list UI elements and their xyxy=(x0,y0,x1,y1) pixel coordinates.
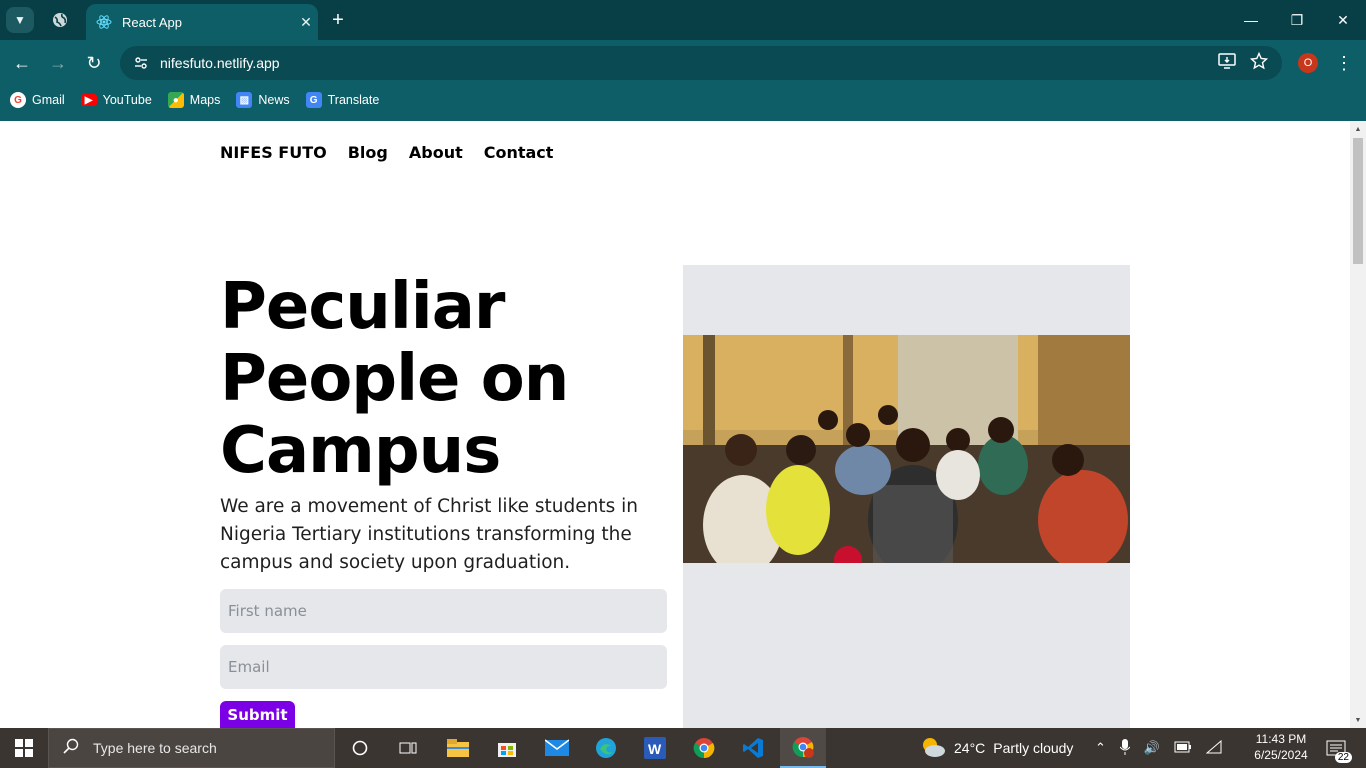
taskbar-clock[interactable]: 11:43 PM 6/25/2024 xyxy=(1252,731,1310,763)
clock-date: 6/25/2024 xyxy=(1254,748,1308,762)
volume-icon[interactable]: 🔊 xyxy=(1144,740,1160,756)
page-viewport: NIFES FUTO Blog About Contact Peculiar P… xyxy=(0,121,1366,728)
bookmark-label: News xyxy=(258,93,290,107)
microsoft-store-icon[interactable] xyxy=(487,732,527,764)
edge-icon[interactable] xyxy=(586,732,626,764)
gmail-icon: G xyxy=(10,92,26,108)
bookmark-gmail[interactable]: G Gmail xyxy=(10,92,65,108)
notification-count: 22 xyxy=(1334,752,1352,763)
bookmark-news[interactable]: ▨ News xyxy=(236,92,290,108)
chrome-icon[interactable] xyxy=(684,732,724,764)
globe-tab-icon[interactable] xyxy=(47,7,73,33)
react-icon xyxy=(96,14,112,30)
file-explorer-icon[interactable] xyxy=(438,732,478,764)
bookmark-youtube[interactable]: ▶ YouTube xyxy=(80,93,152,107)
notification-center-icon[interactable]: 22 xyxy=(1322,736,1352,763)
news-icon: ▨ xyxy=(236,92,253,108)
taskbar-search-placeholder: Type here to search xyxy=(93,740,217,756)
chrome-active-window-icon[interactable] xyxy=(780,728,826,768)
submit-button[interactable]: Submit xyxy=(220,701,295,728)
address-bar[interactable]: nifesfuto.netlify.app xyxy=(120,46,1282,80)
hero-photo xyxy=(683,335,1130,563)
forward-button[interactable]: → xyxy=(45,50,71,76)
hero-subtitle: We are a movement of Christ like student… xyxy=(220,496,638,573)
tab-title: React App xyxy=(122,14,182,30)
chevron-up-icon[interactable]: ⌃ xyxy=(1095,740,1106,756)
nav-about-link[interactable]: About xyxy=(409,143,463,162)
restore-button[interactable]: ❐ xyxy=(1274,8,1320,32)
cortana-icon[interactable] xyxy=(340,732,380,764)
close-icon[interactable]: ✕ xyxy=(294,10,318,34)
first-name-input[interactable] xyxy=(220,589,667,633)
mail-icon[interactable] xyxy=(537,732,577,764)
microphone-icon[interactable] xyxy=(1119,738,1131,758)
profile-avatar[interactable]: O xyxy=(1298,53,1318,73)
bookmark-label: Gmail xyxy=(32,93,65,107)
nav-brand-link[interactable]: NIFES FUTO xyxy=(220,143,327,162)
translate-icon: G xyxy=(305,92,322,108)
weather-temp: 24°C xyxy=(954,740,986,756)
install-app-icon[interactable] xyxy=(1218,52,1236,74)
taskbar-search-box[interactable]: Type here to search xyxy=(48,728,335,768)
network-icon[interactable] xyxy=(1205,739,1222,757)
search-icon xyxy=(63,738,79,759)
battery-icon[interactable] xyxy=(1174,741,1192,756)
more-menu-icon[interactable]: ⋮ xyxy=(1334,51,1354,75)
scrollbar-thumb[interactable] xyxy=(1353,138,1363,264)
bookmark-label: Maps xyxy=(189,93,221,107)
nav-blog-link[interactable]: Blog xyxy=(348,143,388,162)
site-info-icon[interactable] xyxy=(124,55,158,71)
url-text[interactable]: nifesfuto.netlify.app xyxy=(160,55,1218,71)
word-icon[interactable]: W xyxy=(635,732,675,764)
new-tab-button[interactable]: + xyxy=(326,8,350,32)
partly-cloudy-icon xyxy=(920,736,946,761)
bookmark-label: Translate xyxy=(327,93,380,107)
bookmark-star-icon[interactable] xyxy=(1249,51,1269,75)
site-nav: NIFES FUTO Blog About Contact xyxy=(220,143,553,162)
vscode-icon[interactable] xyxy=(733,732,773,764)
minimize-button[interactable]: — xyxy=(1228,8,1274,32)
vertical-scrollbar[interactable]: ▲ ▼ xyxy=(1350,121,1366,728)
bookmark-translate[interactable]: G Translate xyxy=(305,92,380,108)
task-view-icon[interactable] xyxy=(388,732,428,764)
reload-button[interactable]: ↻ xyxy=(81,50,107,76)
weather-widget[interactable]: 24°C Partly cloudy xyxy=(920,728,1073,768)
tab-strip: ▼ React App ✕ + — ❐ ✕ xyxy=(0,0,1366,40)
browser-chrome: ▼ React App ✕ + — ❐ ✕ ← → ↻ nifesfuto.ne… xyxy=(0,0,1366,121)
youtube-icon: ▶ xyxy=(80,94,97,106)
bookmark-maps[interactable]: ● Maps xyxy=(167,92,221,108)
bookmark-label: YouTube xyxy=(102,93,152,107)
system-tray: ⌃ 🔊 xyxy=(1095,728,1222,768)
svg-text:W: W xyxy=(648,741,662,757)
close-window-button[interactable]: ✕ xyxy=(1320,8,1366,32)
hero-title: Peculiar People on Campus xyxy=(220,270,569,488)
scroll-up-icon[interactable]: ▲ xyxy=(1350,121,1366,137)
tab-react-app[interactable]: React App ✕ xyxy=(86,4,318,40)
windows-start-icon[interactable] xyxy=(0,728,48,768)
chevron-down-icon: ▼ xyxy=(14,13,26,27)
nav-contact-link[interactable]: Contact xyxy=(484,143,554,162)
back-button[interactable]: ← xyxy=(9,50,35,76)
weather-condition: Partly cloudy xyxy=(993,740,1074,756)
scroll-down-icon[interactable]: ▼ xyxy=(1350,712,1366,728)
maps-icon: ● xyxy=(167,92,184,108)
email-input[interactable] xyxy=(220,645,667,689)
clock-time: 11:43 PM xyxy=(1255,732,1307,746)
tab-search-button[interactable]: ▼ xyxy=(6,7,34,33)
taskbar: Type here to search W 24°C Partly cloudy… xyxy=(0,728,1366,768)
bookmarks-bar: G Gmail ▶ YouTube ● Maps ▨ News G Transl… xyxy=(10,88,379,112)
hero-image-panel xyxy=(683,265,1130,728)
